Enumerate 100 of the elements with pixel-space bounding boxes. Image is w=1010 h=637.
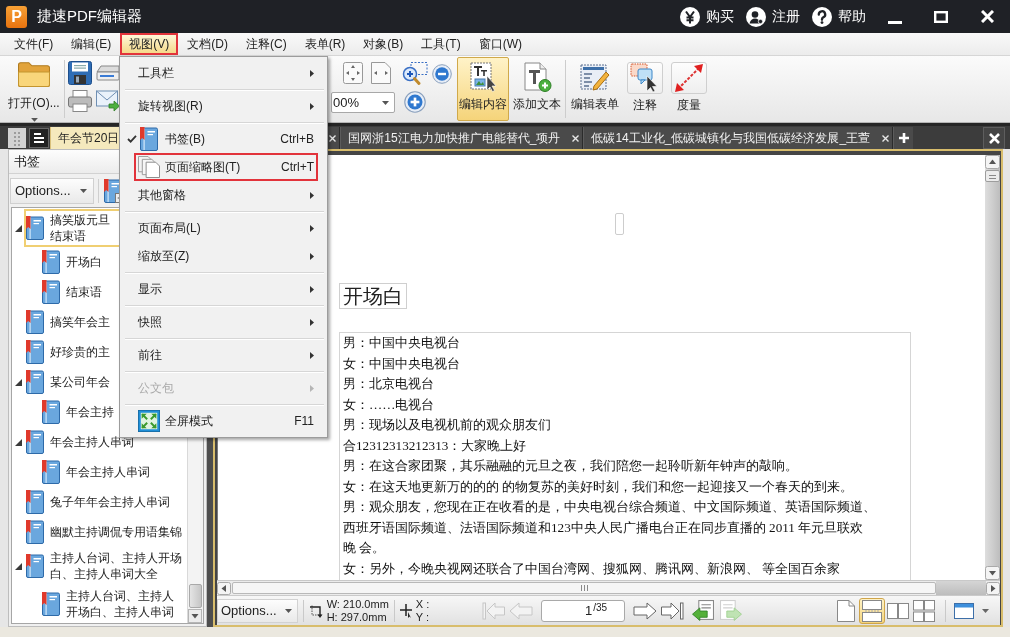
scroll-down-icon[interactable] — [188, 609, 202, 623]
text-line: 西班牙语国际频道、法语国际频道和123中央人民广播电台正在同步直播的 2011 年元旦联欢 — [343, 518, 864, 537]
empty-text-frame — [615, 213, 624, 235]
toolbar-button[interactable]: 编辑表单 — [569, 57, 621, 121]
printer-icon[interactable] — [68, 90, 92, 112]
view-mode-button[interactable] — [911, 597, 937, 624]
text-line: 合12312313212313：大家晚上好 — [343, 436, 527, 455]
bookmark-item[interactable]: 兔子年年会主持人串词 — [24, 487, 185, 517]
bookmark-item[interactable]: 幽默主持调侃专用语集锦 — [24, 517, 185, 547]
last-page-icon[interactable] — [660, 600, 684, 621]
page-width-text: W: 210.0mm — [326, 597, 389, 611]
window-icon[interactable] — [954, 602, 974, 619]
account-button[interactable]: 注册 — [740, 0, 806, 33]
menu-item[interactable]: 工具(T) — [412, 33, 470, 55]
bookmark-icon — [26, 554, 44, 578]
menu-item[interactable]: 窗口(W) — [469, 33, 531, 55]
expanded-icon[interactable] — [14, 224, 22, 232]
maximize-icon — [934, 10, 948, 23]
help-button[interactable]: 帮助 — [806, 0, 872, 33]
bookmark-item[interactable]: 主持人台词、主持人开场白、主持人串词大全 — [24, 547, 185, 585]
view-mode-button[interactable] — [859, 597, 885, 624]
text-line: 女：在这天地更新万的的的 的物复苏的美好时刻，我们和您一起迎接又一个春天的到来。 — [343, 477, 854, 496]
close-icon[interactable] — [572, 134, 580, 142]
window-title: 捷速PDF编辑器 — [37, 7, 142, 26]
bookmark-icon — [42, 592, 60, 616]
menu-item[interactable]: 文件(F) — [5, 33, 63, 55]
bookmark-icon — [26, 310, 44, 334]
open-button[interactable]: 打开(O)... — [6, 56, 62, 122]
crosshair-icon — [399, 603, 412, 618]
bookmark-icon — [140, 127, 158, 151]
zoom-in-icon[interactable] — [404, 91, 426, 113]
marquee-zoom-icon[interactable] — [402, 62, 428, 86]
bookmark-icon — [26, 520, 44, 544]
scrollbar-thumb[interactable] — [189, 584, 202, 608]
text-line: 女：中国中央电视台 — [343, 354, 460, 373]
scroll-down-icon[interactable] — [985, 566, 1000, 580]
next-page-icon[interactable] — [633, 600, 657, 621]
menu-item[interactable]: 工具栏 — [121, 59, 326, 87]
submenu-arrow-icon — [310, 351, 314, 359]
minimize-icon — [888, 21, 902, 24]
document-tab[interactable]: 国网浙15江电力加快推广电能替代_项丹 — [340, 127, 584, 149]
text-line: 女：另外，今晚央视网还联合了中国台湾网、搜狐网、腾讯网、新浪网、 等全国百余家 — [343, 559, 841, 578]
scanner-icon[interactable] — [96, 64, 120, 82]
page-heading: 开场白 — [339, 283, 407, 309]
menu-item[interactable]: 快照 — [121, 308, 326, 336]
options-dropdown[interactable]: Options... — [217, 598, 298, 623]
scrollbar-thumb[interactable] — [232, 582, 936, 594]
scroll-up-icon[interactable] — [985, 155, 1000, 169]
bookmark-icon — [26, 216, 44, 240]
toolbar-button[interactable]: 度量 — [669, 57, 709, 121]
text-line: 女：……电视台 — [343, 395, 435, 414]
options-dropdown[interactable]: Options... — [10, 177, 94, 204]
bookmark-item[interactable]: 年会主持人串词 — [40, 457, 185, 487]
folder-icon — [18, 62, 50, 88]
measure-arrow-icon — [674, 63, 704, 93]
back-icon[interactable] — [692, 600, 714, 621]
pages-icon — [138, 156, 160, 178]
buy-button[interactable]: 购买 — [674, 0, 740, 33]
bookmark-icon — [42, 280, 60, 304]
menu-item[interactable]: 显示 — [121, 275, 326, 303]
expanded-icon[interactable] — [14, 378, 22, 386]
menu-item[interactable]: 前往 — [121, 341, 326, 369]
menu-item[interactable]: 其他窗格 — [121, 181, 326, 209]
tab-list-icon[interactable] — [29, 128, 49, 148]
menu-item[interactable]: 文档(D) — [178, 33, 237, 55]
menu-item[interactable]: 旋转视图(R) — [121, 92, 326, 120]
menu-item[interactable]: 编辑(E) — [62, 33, 121, 55]
close-icon — [988, 132, 1000, 144]
fit-page-icon[interactable] — [343, 62, 363, 84]
scrollbar-thumb[interactable] — [985, 170, 1000, 182]
document-tab[interactable]: 低碳14工业化_低碳城镇化与我国低碳经济发展_王萱 — [583, 127, 894, 149]
zoom-out-icon[interactable] — [432, 64, 452, 84]
menu-item[interactable]: 对象(B) — [354, 33, 413, 55]
save-icon[interactable] — [68, 61, 92, 85]
caret-icon — [284, 608, 292, 613]
toolbar-button[interactable]: 注释 — [624, 57, 666, 121]
expanded-icon[interactable] — [14, 562, 22, 570]
fit-width-icon[interactable] — [371, 62, 391, 84]
toolbar-button[interactable]: 编辑内容 — [457, 57, 509, 121]
expanded-icon[interactable] — [14, 438, 22, 446]
text-line: 男：中国中央电视台 — [343, 334, 460, 352]
new-tab-button[interactable] — [893, 127, 914, 149]
menu-item[interactable]: 全屏模式 F11 — [121, 407, 326, 435]
toolbar-button[interactable]: 添加文本 — [512, 57, 562, 121]
menu-item[interactable]: 视图(V) — [120, 33, 179, 55]
menu-item[interactable]: 注释(C) — [237, 33, 296, 55]
close-icon[interactable] — [882, 134, 890, 142]
submenu-arrow-icon — [310, 252, 314, 260]
mail-icon[interactable] — [96, 90, 120, 112]
close-all-tabs-button[interactable] — [983, 127, 1005, 149]
menu-item[interactable]: 表单(R) — [295, 33, 355, 55]
bookmark-item[interactable]: 主持人台词、主持人开场白、主持人串词 — [40, 585, 185, 623]
scroll-right-icon[interactable] — [986, 581, 1000, 595]
yen-icon — [680, 6, 700, 27]
scroll-left-icon[interactable] — [217, 581, 231, 595]
zoom-combo-box[interactable]: 00% — [331, 92, 395, 113]
close-icon[interactable] — [329, 134, 337, 142]
cursor-x-text: X : — [415, 597, 430, 611]
caret-icon — [382, 100, 389, 105]
add-text-icon — [522, 62, 552, 92]
